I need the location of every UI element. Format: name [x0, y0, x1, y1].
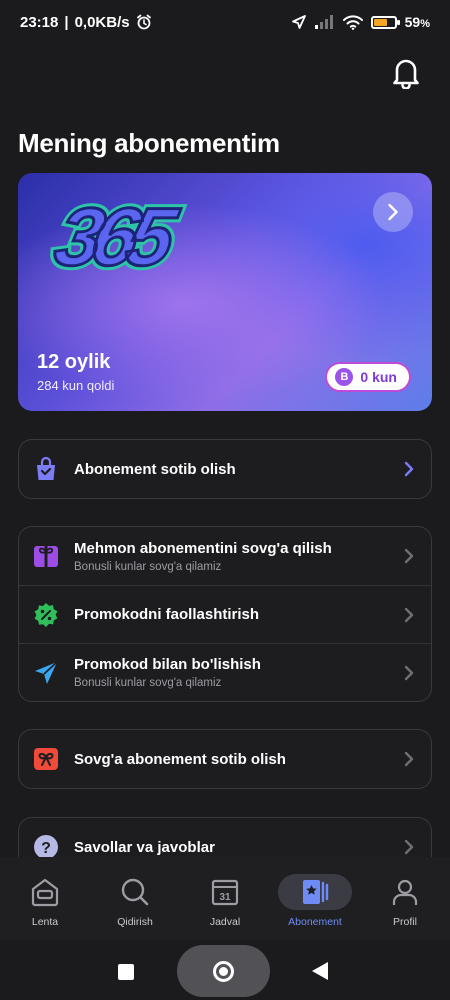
battery-percent: 59 [404, 14, 421, 30]
gift-guest-subtitle: Bonusli kunlar sovg'a qilamiz [74, 560, 222, 573]
feed-icon [31, 878, 59, 907]
shopping-bag-icon [33, 456, 59, 482]
subscription-months: 12 oylik [37, 351, 111, 373]
status-time: 23:18 [20, 13, 59, 31]
calendar-icon: 31 [211, 879, 239, 906]
subscription-icon [303, 880, 329, 904]
percent-badge-icon [33, 602, 59, 628]
search-icon [121, 878, 149, 906]
chevron-right-icon [404, 548, 414, 564]
bonus-icon: B [335, 368, 354, 386]
chevron-right-icon [404, 751, 414, 767]
share-promo-label: Promokod bilan bo'lishish [74, 656, 261, 673]
ribbon-icon [33, 746, 59, 772]
chevron-right-icon [404, 461, 414, 477]
svg-text:?: ? [41, 840, 51, 857]
nav-tab-qidirish[interactable]: Qidirish [95, 874, 175, 928]
profile-icon [392, 879, 418, 905]
nav-tab-profil[interactable]: Profil [365, 874, 445, 928]
subscription-days-left: 284 kun qoldi [37, 378, 115, 393]
status-bar: 23:18 | 0,0KB/s 59% [20, 13, 430, 31]
share-promo-subtitle: Bonusli kunlar sovg'a qilamiz [74, 677, 222, 689]
chevron-right-icon [388, 203, 398, 221]
logo-365: 365 365 [43, 187, 188, 277]
gift-buy-group: Sovg'a abonement sotib olish [18, 729, 432, 789]
back-button[interactable] [312, 962, 328, 980]
buy-group: Abonement sotib olish [18, 439, 432, 499]
buy-subscription-item[interactable]: Abonement sotib olish [19, 440, 431, 498]
buy-subscription-label: Abonement sotib olish [74, 460, 236, 478]
activate-promo-label: Promokodni faollashtirish [74, 606, 260, 623]
gift-promo-group: Mehmon abonementini sovg'a qilish Bonusl… [18, 526, 432, 702]
alarm-icon [136, 14, 151, 30]
page-title: Mening abonementim [18, 128, 280, 158]
gift-guest-label: Mehmon abonementini sovg'a qilish [74, 539, 332, 557]
bottom-nav: Lenta Qidirish 31 Jadval Abonement Profi… [0, 857, 450, 940]
nav-tab-lenta[interactable]: Lenta [5, 874, 85, 928]
buy-gift-label: Sovg'a abonement sotib olish [74, 750, 286, 768]
card-open-button[interactable] [373, 192, 413, 232]
chevron-right-icon [404, 607, 414, 622]
bell-icon[interactable] [390, 55, 422, 89]
signal-icon [314, 15, 333, 29]
status-speed: 0,0KB/s [74, 13, 130, 31]
home-button[interactable] [177, 945, 270, 997]
subscription-card[interactable]: 365 365 12 oylik 284 kun qoldi B 0 kun [18, 173, 432, 411]
gift-guest-subscription-item[interactable]: Mehmon abonementini sovg'a qilish Bonusl… [19, 527, 431, 585]
send-icon [33, 660, 59, 686]
wifi-icon [342, 15, 363, 30]
recents-button[interactable] [118, 964, 134, 980]
activate-promo-item[interactable]: Promokodni faollashtirish [19, 585, 431, 643]
chevron-right-icon [404, 665, 414, 680]
svg-text:365: 365 [48, 191, 186, 277]
faq-label: Savollar va javoblar [74, 838, 215, 856]
system-nav-bar [0, 940, 450, 1000]
chevron-right-icon [404, 839, 414, 855]
share-promo-item[interactable]: Promokod bilan bo'lishish Bonusli kunlar… [19, 643, 431, 701]
gift-icon [33, 543, 59, 569]
svg-text:31: 31 [219, 892, 231, 903]
bonus-days-badge[interactable]: B 0 kun [325, 362, 411, 392]
battery-icon [370, 15, 400, 29]
buy-gift-subscription-item[interactable]: Sovg'a abonement sotib olish [19, 730, 431, 788]
location-icon [291, 15, 306, 29]
nav-tab-jadval[interactable]: 31 Jadval [185, 874, 265, 928]
bonus-days: 0 kun [360, 369, 397, 385]
nav-tab-abonement[interactable]: Abonement [275, 874, 355, 928]
